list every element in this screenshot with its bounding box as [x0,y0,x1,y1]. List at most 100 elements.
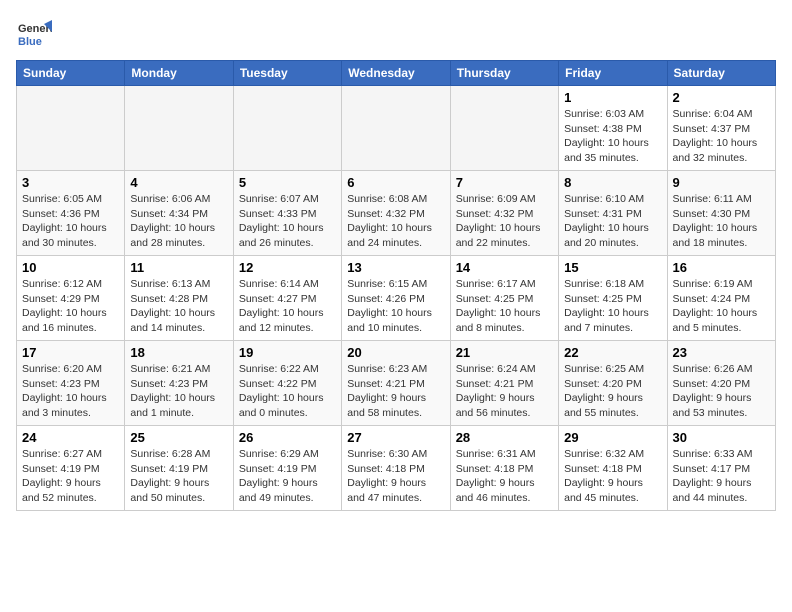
calendar-day: 5 Sunrise: 6:07 AM Sunset: 4:33 PM Daylig… [233,171,341,256]
day-info: Sunrise: 6:32 AM Sunset: 4:18 PM Dayligh… [564,447,661,506]
calendar-week-row: 17 Sunrise: 6:20 AM Sunset: 4:23 PM Dayli… [17,341,776,426]
calendar-day: 12 Sunrise: 6:14 AM Sunset: 4:27 PM Dayli… [233,256,341,341]
calendar-day: 20Sunrise: 6:23 AM Sunset: 4:21 PM Dayli… [342,341,450,426]
calendar-day: 13 Sunrise: 6:15 AM Sunset: 4:26 PM Dayli… [342,256,450,341]
day-info: Sunrise: 6:21 AM Sunset: 4:23 PM Dayligh… [130,362,227,421]
calendar-day: 18 Sunrise: 6:21 AM Sunset: 4:23 PM Dayli… [125,341,233,426]
day-number: 10 [22,260,119,275]
calendar-day: 11Sunrise: 6:13 AM Sunset: 4:28 PM Dayli… [125,256,233,341]
day-of-week-header: Friday [559,61,667,86]
calendar-day: 16Sunrise: 6:19 AM Sunset: 4:24 PM Dayli… [667,256,775,341]
day-info: Sunrise: 6:08 AM Sunset: 4:32 PM Dayligh… [347,192,444,251]
day-info: Sunrise: 6:23 AM Sunset: 4:21 PM Dayligh… [347,362,444,421]
day-info: Sunrise: 6:26 AM Sunset: 4:20 PM Dayligh… [673,362,770,421]
calendar-day: 7 Sunrise: 6:09 AM Sunset: 4:32 PM Daylig… [450,171,558,256]
day-number: 7 [456,175,553,190]
day-info: Sunrise: 6:14 AM Sunset: 4:27 PM Dayligh… [239,277,336,336]
calendar-day: 28Sunrise: 6:31 AM Sunset: 4:18 PM Dayli… [450,426,558,511]
day-of-week-header: Tuesday [233,61,341,86]
day-number: 14 [456,260,553,275]
calendar-day: 4Sunrise: 6:06 AM Sunset: 4:34 PM Daylig… [125,171,233,256]
day-info: Sunrise: 6:13 AM Sunset: 4:28 PM Dayligh… [130,277,227,336]
calendar-day: 9 Sunrise: 6:11 AM Sunset: 4:30 PM Daylig… [667,171,775,256]
calendar-day: 2 Sunrise: 6:04 AM Sunset: 4:37 PM Daylig… [667,86,775,171]
calendar-week-row: 1Sunrise: 6:03 AM Sunset: 4:38 PM Daylig… [17,86,776,171]
calendar-day [342,86,450,171]
day-number: 19 [239,345,336,360]
day-of-week-header: Sunday [17,61,125,86]
day-info: Sunrise: 6:11 AM Sunset: 4:30 PM Dayligh… [673,192,770,251]
day-info: Sunrise: 6:24 AM Sunset: 4:21 PM Dayligh… [456,362,553,421]
day-number: 18 [130,345,227,360]
day-number: 12 [239,260,336,275]
calendar-body: 1Sunrise: 6:03 AM Sunset: 4:38 PM Daylig… [17,86,776,511]
days-of-week-row: SundayMondayTuesdayWednesdayThursdayFrid… [17,61,776,86]
calendar-day: 30 Sunrise: 6:33 AM Sunset: 4:17 PM Dayli… [667,426,775,511]
calendar-table: SundayMondayTuesdayWednesdayThursdayFrid… [16,60,776,511]
day-of-week-header: Saturday [667,61,775,86]
day-number: 30 [673,430,770,445]
day-number: 26 [239,430,336,445]
calendar-day: 24Sunrise: 6:27 AM Sunset: 4:19 PM Dayli… [17,426,125,511]
calendar-day: 22 Sunrise: 6:25 AM Sunset: 4:20 PM Dayli… [559,341,667,426]
calendar-week-row: 24Sunrise: 6:27 AM Sunset: 4:19 PM Dayli… [17,426,776,511]
day-number: 27 [347,430,444,445]
page-header: General Blue [16,16,776,52]
day-info: Sunrise: 6:22 AM Sunset: 4:22 PM Dayligh… [239,362,336,421]
calendar-day: 14 Sunrise: 6:17 AM Sunset: 4:25 PM Dayli… [450,256,558,341]
day-info: Sunrise: 6:04 AM Sunset: 4:37 PM Dayligh… [673,107,770,166]
day-number: 16 [673,260,770,275]
day-info: Sunrise: 6:17 AM Sunset: 4:25 PM Dayligh… [456,277,553,336]
calendar-day: 8 Sunrise: 6:10 AM Sunset: 4:31 PM Daylig… [559,171,667,256]
day-number: 15 [564,260,661,275]
day-number: 4 [130,175,227,190]
day-number: 13 [347,260,444,275]
day-info: Sunrise: 6:15 AM Sunset: 4:26 PM Dayligh… [347,277,444,336]
day-info: Sunrise: 6:33 AM Sunset: 4:17 PM Dayligh… [673,447,770,506]
day-number: 2 [673,90,770,105]
calendar-week-row: 10 Sunrise: 6:12 AM Sunset: 4:29 PM Dayli… [17,256,776,341]
day-of-week-header: Monday [125,61,233,86]
calendar-day: 29 Sunrise: 6:32 AM Sunset: 4:18 PM Dayli… [559,426,667,511]
calendar-day: 3 Sunrise: 6:05 AM Sunset: 4:36 PM Daylig… [17,171,125,256]
day-info: Sunrise: 6:07 AM Sunset: 4:33 PM Dayligh… [239,192,336,251]
svg-text:Blue: Blue [18,36,42,48]
day-number: 8 [564,175,661,190]
day-number: 3 [22,175,119,190]
day-info: Sunrise: 6:20 AM Sunset: 4:23 PM Dayligh… [22,362,119,421]
calendar-day: 15Sunrise: 6:18 AM Sunset: 4:25 PM Dayli… [559,256,667,341]
day-number: 28 [456,430,553,445]
day-of-week-header: Wednesday [342,61,450,86]
day-number: 17 [22,345,119,360]
calendar-header: SundayMondayTuesdayWednesdayThursdayFrid… [17,61,776,86]
calendar-day: 1Sunrise: 6:03 AM Sunset: 4:38 PM Daylig… [559,86,667,171]
day-number: 25 [130,430,227,445]
day-number: 22 [564,345,661,360]
day-info: Sunrise: 6:09 AM Sunset: 4:32 PM Dayligh… [456,192,553,251]
day-info: Sunrise: 6:03 AM Sunset: 4:38 PM Dayligh… [564,107,661,166]
day-info: Sunrise: 6:27 AM Sunset: 4:19 PM Dayligh… [22,447,119,506]
calendar-day: 27Sunrise: 6:30 AM Sunset: 4:18 PM Dayli… [342,426,450,511]
calendar-day: 10 Sunrise: 6:12 AM Sunset: 4:29 PM Dayli… [17,256,125,341]
day-info: Sunrise: 6:28 AM Sunset: 4:19 PM Dayligh… [130,447,227,506]
calendar-day [125,86,233,171]
calendar-day [233,86,341,171]
calendar-day: 21 Sunrise: 6:24 AM Sunset: 4:21 PM Dayli… [450,341,558,426]
calendar-day [450,86,558,171]
calendar-day: 23 Sunrise: 6:26 AM Sunset: 4:20 PM Dayli… [667,341,775,426]
logo-icon: General Blue [16,16,52,52]
calendar-day [17,86,125,171]
day-number: 9 [673,175,770,190]
day-info: Sunrise: 6:25 AM Sunset: 4:20 PM Dayligh… [564,362,661,421]
day-number: 6 [347,175,444,190]
day-number: 23 [673,345,770,360]
calendar-week-row: 3 Sunrise: 6:05 AM Sunset: 4:36 PM Daylig… [17,171,776,256]
day-info: Sunrise: 6:10 AM Sunset: 4:31 PM Dayligh… [564,192,661,251]
day-info: Sunrise: 6:12 AM Sunset: 4:29 PM Dayligh… [22,277,119,336]
day-info: Sunrise: 6:29 AM Sunset: 4:19 PM Dayligh… [239,447,336,506]
day-number: 5 [239,175,336,190]
day-number: 29 [564,430,661,445]
day-info: Sunrise: 6:05 AM Sunset: 4:36 PM Dayligh… [22,192,119,251]
day-number: 21 [456,345,553,360]
calendar-day: 26 Sunrise: 6:29 AM Sunset: 4:19 PM Dayli… [233,426,341,511]
